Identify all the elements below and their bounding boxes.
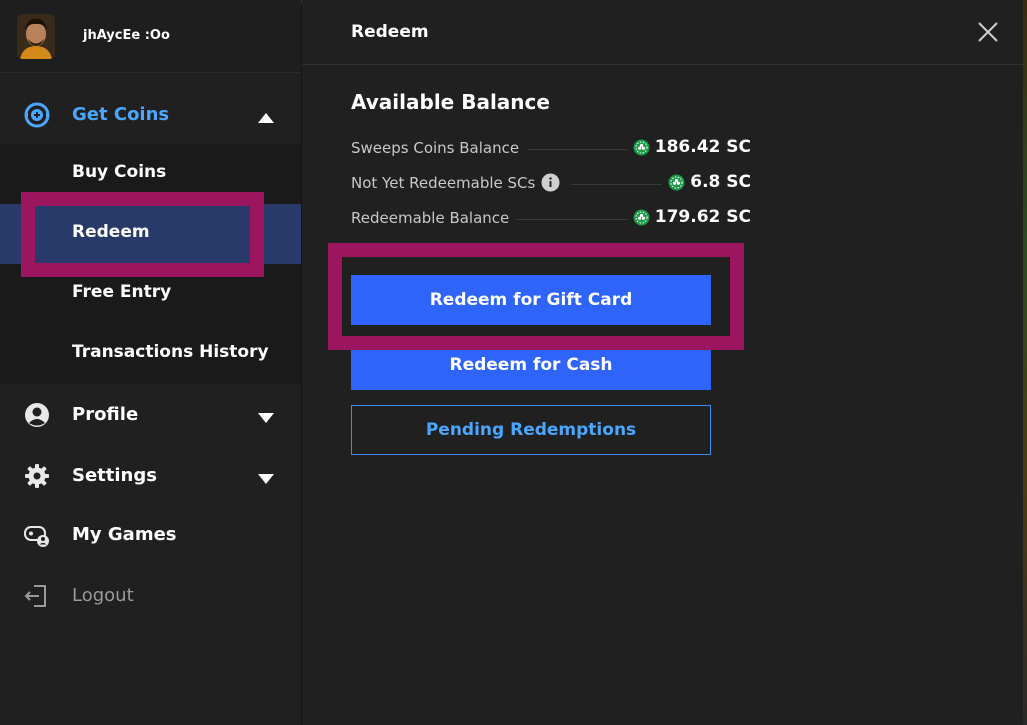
chevron-down-icon[interactable] (258, 470, 274, 484)
pending-redemptions-button[interactable]: Pending Redemptions (351, 405, 711, 455)
close-icon[interactable] (978, 22, 998, 42)
balance-row-sweeps: Sweeps Coins Balance 186.42 SC (351, 137, 751, 159)
sidebar-item-label: Logout (72, 584, 134, 606)
balance-value-text: 179.62 SC (654, 207, 751, 227)
games-icon (24, 522, 50, 548)
sidebar-item-settings[interactable]: Settings (0, 445, 301, 505)
background-strip-right (1023, 0, 1027, 725)
sidebar-item-redeem[interactable]: Redeem (0, 204, 301, 264)
user-circle-icon (24, 402, 50, 428)
sweeps-coin-icon (668, 174, 685, 190)
coins-target-icon (24, 102, 50, 128)
sidebar-item-buy-coins[interactable]: Buy Coins (0, 144, 301, 204)
balance-label: Not Yet Redeemable SCs (351, 174, 572, 192)
sidebar-item-label: Get Coins (72, 103, 170, 125)
sidebar-item-label: Settings (72, 464, 157, 486)
panel-header: Redeem (302, 0, 1023, 65)
page-title: Redeem (351, 22, 429, 42)
sidebar-item-my-games[interactable]: My Games (0, 504, 301, 564)
chevron-up-icon[interactable] (258, 109, 274, 123)
balance-value-text: 186.42 SC (654, 137, 751, 157)
sidebar-item-transactions-history[interactable]: Transactions History (0, 324, 301, 384)
balance-row-redeemable: Redeemable Balance 179.62 SC (351, 207, 751, 229)
sidebar-item-get-coins[interactable]: Get Coins (0, 84, 301, 144)
logout-icon (24, 583, 50, 609)
sidebar: jhAycEe :Oo Get Coins Buy Coins Redeem F… (0, 0, 301, 725)
balance-title: Available Balance (351, 90, 550, 114)
username: jhAycEe :Oo (83, 28, 170, 43)
redeem-cash-button[interactable]: Redeem for Cash (351, 340, 711, 390)
balance-value: 6.8 SC (662, 172, 751, 192)
sidebar-item-label: My Games (72, 523, 177, 545)
avatar[interactable] (17, 14, 55, 59)
balance-value: 179.62 SC (626, 207, 751, 227)
sidebar-item-label: Redeem (72, 222, 150, 242)
user-row[interactable]: jhAycEe :Oo (0, 0, 301, 73)
balance-row-not-yet-redeemable: Not Yet Redeemable SCs 6.8 SC (351, 172, 751, 194)
balance-value-text: 6.8 SC (690, 172, 751, 192)
balance-label: Redeemable Balance (351, 209, 518, 227)
sidebar-item-profile[interactable]: Profile (0, 384, 301, 444)
sidebar-item-logout[interactable]: Logout (0, 565, 301, 625)
get-coins-submenu: Buy Coins Redeem Free Entry Transactions… (0, 144, 301, 384)
gear-icon (24, 463, 50, 489)
redeem-gift-card-button[interactable]: Redeem for Gift Card (351, 275, 711, 325)
balance-value: 186.42 SC (626, 137, 751, 157)
sidebar-item-label: Free Entry (72, 282, 172, 302)
sidebar-item-label: Buy Coins (72, 162, 167, 182)
sweeps-coin-icon (633, 139, 650, 155)
sidebar-item-label: Profile (72, 403, 139, 425)
chevron-down-icon[interactable] (258, 409, 274, 423)
sweeps-coin-icon (633, 209, 650, 225)
info-icon[interactable] (541, 173, 560, 192)
balance-label: Sweeps Coins Balance (351, 139, 528, 157)
sidebar-item-label: Transactions History (72, 342, 269, 362)
sidebar-item-free-entry[interactable]: Free Entry (0, 264, 301, 324)
redeem-panel: Redeem Available Balance Sweeps Coins Ba… (302, 0, 1023, 725)
